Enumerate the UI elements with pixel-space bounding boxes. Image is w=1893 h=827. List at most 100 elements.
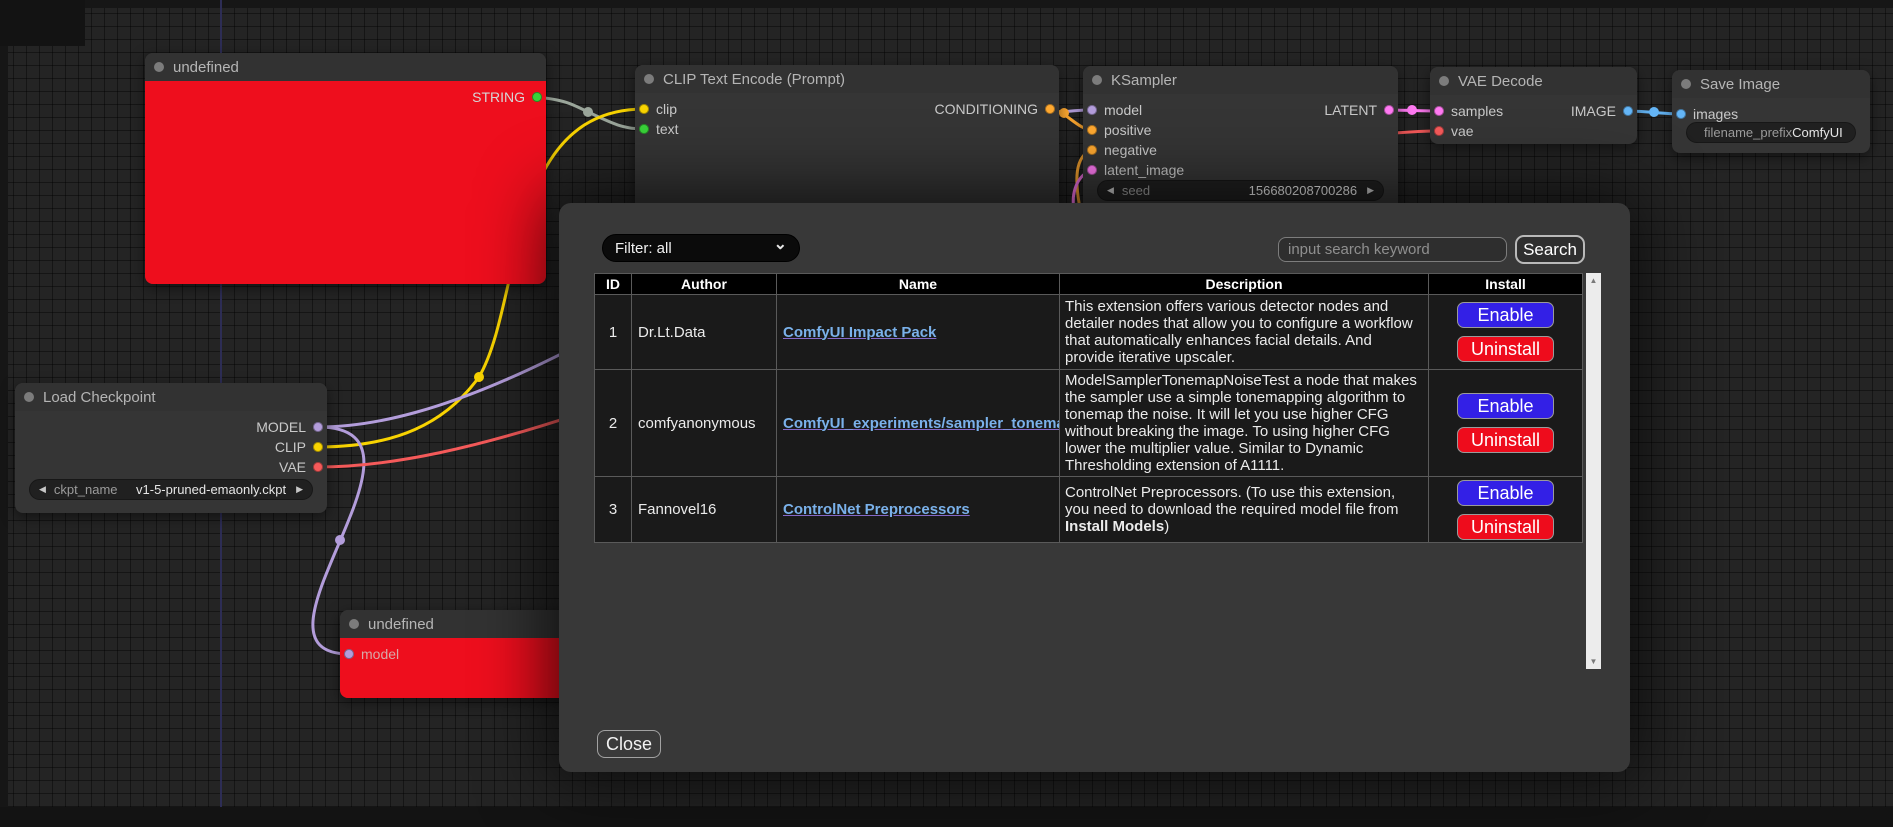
input-port-text[interactable]: text: [639, 119, 679, 139]
table-scrollbar[interactable]: ▲ ▼: [1586, 273, 1601, 669]
port-dot-icon[interactable]: [313, 442, 323, 452]
column-header-install: Install: [1429, 274, 1583, 295]
port-dot-icon[interactable]: [313, 462, 323, 472]
manager-extension-dialog: Filter: all ⌄ Search IDAuthorNameDescrip…: [559, 203, 1630, 772]
port-label: vae: [1451, 123, 1474, 139]
port-dot-icon[interactable]: [313, 422, 323, 432]
port-dot-icon[interactable]: [1434, 106, 1444, 116]
input-port-samples[interactable]: samples: [1434, 101, 1503, 121]
node-body: STRING: [145, 81, 546, 284]
output-port-LATENT[interactable]: LATENT: [1324, 100, 1394, 120]
uninstall-button[interactable]: Uninstall: [1457, 336, 1554, 362]
collapse-dot-icon[interactable]: [1092, 75, 1102, 85]
port-dot-icon[interactable]: [532, 92, 542, 102]
port-row: samples IMAGE: [1430, 101, 1637, 121]
port-row: vae: [1430, 121, 1637, 141]
widget-arrow-left-icon[interactable]: ◀: [1107, 185, 1114, 196]
scroll-down-icon[interactable]: ▼: [1586, 654, 1601, 669]
search-input[interactable]: [1278, 237, 1507, 262]
port-label: negative: [1104, 142, 1157, 158]
wire-midpoint-dot: [1407, 105, 1417, 115]
extensions-table: IDAuthorNameDescriptionInstall1Dr.Lt.Dat…: [594, 273, 1583, 543]
port-dot-icon[interactable]: [1384, 105, 1394, 115]
input-port-model[interactable]: model: [344, 644, 399, 664]
extension-link[interactable]: ComfyUI Impact Pack: [783, 324, 936, 341]
search-button[interactable]: Search: [1515, 235, 1585, 264]
node-title: CLIP Text Encode (Prompt): [663, 71, 845, 88]
enable-button[interactable]: Enable: [1457, 302, 1554, 328]
extension-link[interactable]: ControlNet Preprocessors: [783, 501, 970, 518]
port-dot-icon[interactable]: [344, 649, 354, 659]
port-dot-icon[interactable]: [639, 104, 649, 114]
widget-seed[interactable]: ◀seed156680208700286▶: [1097, 180, 1384, 201]
port-dot-icon[interactable]: [1087, 125, 1097, 135]
node-load-checkpoint[interactable]: Load CheckpointMODELCLIPVAE◀ckpt_namev1-…: [15, 383, 327, 513]
port-dot-icon[interactable]: [1676, 109, 1686, 119]
port-dot-icon[interactable]: [1623, 106, 1633, 116]
cell-author: Fannovel16: [632, 477, 777, 543]
port-dot-icon[interactable]: [1045, 104, 1055, 114]
input-port-positive[interactable]: positive: [1087, 120, 1151, 140]
output-port-IMAGE[interactable]: IMAGE: [1571, 101, 1633, 121]
collapse-dot-icon[interactable]: [24, 392, 34, 402]
node-title: KSampler: [1111, 72, 1177, 89]
table-row: 1Dr.Lt.DataComfyUI Impact PackThis exten…: [595, 295, 1583, 370]
port-dot-icon[interactable]: [639, 124, 649, 134]
scroll-up-icon[interactable]: ▲: [1586, 273, 1601, 288]
input-port-latent_image[interactable]: latent_image: [1087, 160, 1184, 180]
node-save-image[interactable]: Save Image imagesfilename_prefixComfyUI: [1672, 70, 1870, 153]
port-dot-icon[interactable]: [1087, 105, 1097, 115]
node-undefined-string[interactable]: undefinedSTRING: [145, 53, 546, 284]
output-port-STRING[interactable]: STRING: [472, 87, 542, 107]
widget-filename_prefix[interactable]: filename_prefixComfyUI: [1686, 122, 1856, 143]
extension-link[interactable]: ComfyUI_experiments/sampler_tonemap: [783, 415, 1060, 432]
cell-id: 1: [595, 295, 632, 370]
enable-button[interactable]: Enable: [1457, 393, 1554, 419]
node-vae-decode[interactable]: VAE DecodesamplesIMAGEvae: [1430, 67, 1637, 144]
port-dot-icon[interactable]: [1434, 126, 1444, 136]
input-port-images[interactable]: images: [1676, 104, 1738, 124]
output-port-VAE[interactable]: VAE: [279, 457, 323, 477]
collapse-dot-icon[interactable]: [1439, 76, 1449, 86]
input-port-clip[interactable]: clip: [639, 99, 677, 119]
widget-arrow-right-icon[interactable]: ▶: [1367, 185, 1374, 196]
column-header-id: ID: [595, 274, 632, 295]
widget-arrow-left-icon[interactable]: ◀: [39, 484, 46, 495]
output-port-CONDITIONING[interactable]: CONDITIONING: [935, 99, 1055, 119]
uninstall-button[interactable]: Uninstall: [1457, 514, 1554, 540]
close-button[interactable]: Close: [597, 730, 661, 758]
collapse-dot-icon[interactable]: [349, 619, 359, 629]
port-dot-icon[interactable]: [1087, 145, 1097, 155]
node-clip-text-encode[interactable]: CLIP Text Encode (Prompt) clip CONDITIONIN…: [635, 65, 1059, 215]
collapse-dot-icon[interactable]: [644, 74, 654, 84]
uninstall-button[interactable]: Uninstall: [1457, 427, 1554, 453]
input-port-negative[interactable]: negative: [1087, 140, 1157, 160]
filter-select[interactable]: Filter: all ⌄: [602, 234, 800, 262]
cell-install: Enable Uninstall: [1429, 370, 1583, 477]
collapse-dot-icon[interactable]: [1681, 79, 1691, 89]
port-label: IMAGE: [1571, 103, 1616, 119]
enable-button[interactable]: Enable: [1457, 480, 1554, 506]
widget-label: seed: [1122, 183, 1150, 198]
widget-arrow-right-icon[interactable]: ▶: [296, 484, 303, 495]
node-ksampler[interactable]: KSampler model LATENT positive negative laten…: [1083, 66, 1398, 211]
port-dot-icon[interactable]: [1087, 165, 1097, 175]
description-text: ControlNet Preprocessors. (To use this e…: [1065, 484, 1399, 518]
table-header-row: IDAuthorNameDescriptionInstall: [595, 274, 1583, 295]
description-text: This extension offers various detector n…: [1065, 298, 1413, 366]
port-label: MODEL: [256, 419, 306, 435]
input-port-model[interactable]: model: [1087, 100, 1142, 120]
node-title: Save Image: [1700, 76, 1780, 93]
port-label: LATENT: [1324, 102, 1377, 118]
cell-id: 3: [595, 477, 632, 543]
port-label: samples: [1451, 103, 1503, 119]
widget-ckpt_name[interactable]: ◀ckpt_namev1-5-pruned-emaonly.ckpt▶: [29, 479, 313, 500]
collapse-dot-icon[interactable]: [154, 62, 164, 72]
cell-description: ModelSamplerTonemapNoiseTest a node that…: [1060, 370, 1429, 477]
output-port-MODEL[interactable]: MODEL: [256, 417, 323, 437]
node-titlebar: KSampler: [1083, 66, 1398, 94]
input-port-vae[interactable]: vae: [1434, 121, 1474, 141]
cell-name: ControlNet Preprocessors: [777, 477, 1060, 543]
cell-description: This extension offers various detector n…: [1060, 295, 1429, 370]
output-port-CLIP[interactable]: CLIP: [275, 437, 323, 457]
